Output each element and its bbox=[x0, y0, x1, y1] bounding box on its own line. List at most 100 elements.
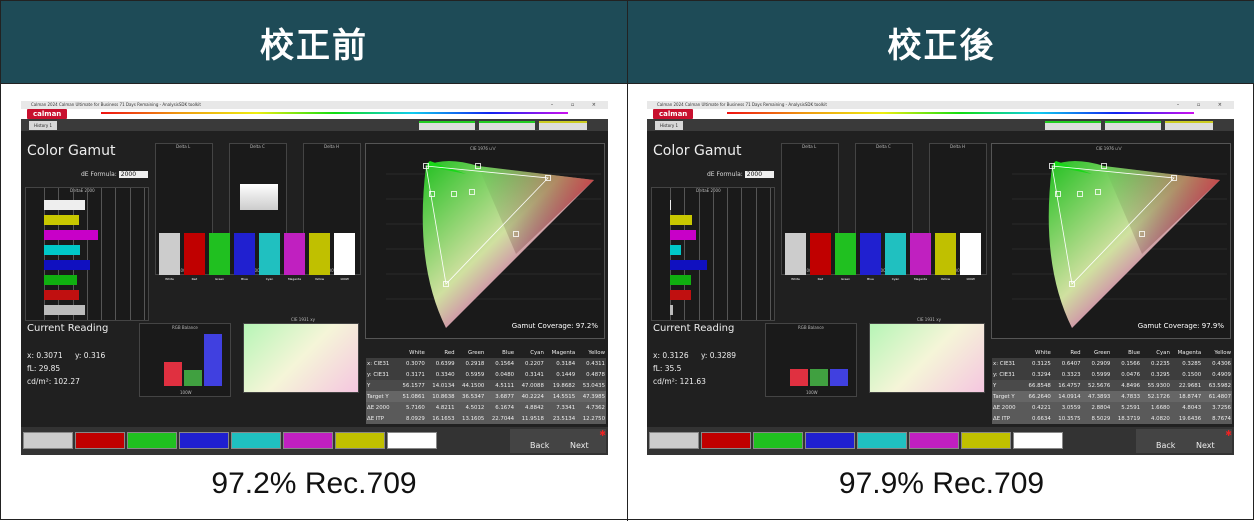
close-icon[interactable]: ✱ bbox=[1225, 429, 1232, 438]
reading-cdm: cd/m²: 102.27 bbox=[27, 377, 80, 386]
device-selector-source[interactable] bbox=[479, 121, 535, 130]
patch-swatch bbox=[209, 233, 230, 275]
current-reading-title: Current Reading bbox=[653, 323, 735, 334]
table-cell: 0.1500 bbox=[1170, 369, 1203, 380]
table-cell: 0.3125 bbox=[1022, 358, 1052, 369]
delta-l-title: Delta L bbox=[176, 144, 191, 149]
deltae-gridline bbox=[101, 188, 103, 320]
patch-button[interactable] bbox=[753, 432, 803, 449]
patch-button[interactable] bbox=[387, 432, 437, 449]
table-cell: 66.8548 bbox=[1022, 380, 1052, 391]
table-cell: 40.2224 bbox=[515, 391, 545, 402]
patch-button[interactable] bbox=[805, 432, 855, 449]
panel-header: 校正後 bbox=[628, 1, 1254, 84]
patch-button[interactable] bbox=[283, 432, 333, 449]
table-cell: Y bbox=[366, 380, 397, 391]
deltae-bar bbox=[44, 215, 79, 225]
table-cell: ΔE 2000 bbox=[366, 402, 397, 413]
table-cell: 44.1500 bbox=[455, 380, 486, 391]
patch-label: 100W bbox=[966, 277, 975, 281]
table-cell: 6.1674 bbox=[485, 402, 516, 413]
de-formula[interactable]: dE Formula: 2000 bbox=[81, 171, 149, 178]
table-header-cell: Magenta bbox=[1170, 347, 1203, 358]
tab-history[interactable]: History 1 bbox=[29, 121, 57, 130]
de-formula-select[interactable]: 2000 bbox=[744, 171, 775, 178]
deltae-chart-title: DeltaE 2000 bbox=[696, 188, 721, 193]
back-button[interactable]: Back bbox=[530, 441, 549, 450]
patch-swatch bbox=[334, 233, 355, 275]
table-cell: 0.4878 bbox=[576, 369, 606, 380]
patch-label: White bbox=[165, 277, 174, 281]
device-selector-meter[interactable] bbox=[1045, 121, 1101, 130]
table-cell: 0.0480 bbox=[485, 369, 516, 380]
table-header-cell: Cyan bbox=[1141, 347, 1171, 358]
table-cell: 3.7256 bbox=[1202, 402, 1232, 413]
table-cell: ΔE 2000 bbox=[992, 402, 1023, 413]
rgb-balance-footer: 100W bbox=[180, 390, 192, 395]
table-cell: 0.3295 bbox=[1141, 369, 1171, 380]
table-header-cell bbox=[992, 347, 1023, 358]
window-controls-icon[interactable]: – ▫ × bbox=[1177, 101, 1230, 109]
patch-label: Blue bbox=[867, 277, 874, 281]
patch-button[interactable] bbox=[649, 432, 699, 449]
de-formula-select[interactable]: 2000 bbox=[118, 171, 149, 178]
table-header-cell: Blue bbox=[1111, 347, 1142, 358]
table-cell: 11.9518 bbox=[515, 413, 545, 424]
rgb-bar-blue bbox=[830, 368, 848, 386]
table-cell: 0.4306 bbox=[1202, 358, 1232, 369]
reading-fl: fL: 35.5 bbox=[653, 364, 682, 373]
rgb-bar-red bbox=[790, 368, 808, 386]
device-selector-meter[interactable] bbox=[419, 121, 475, 130]
reading-fl: fL: 29.85 bbox=[27, 364, 61, 373]
device-selector-display[interactable] bbox=[1165, 121, 1213, 130]
table-cell: 47.3985 bbox=[576, 391, 606, 402]
table-cell: 0.3294 bbox=[1022, 369, 1052, 380]
tab-history[interactable]: History 1 bbox=[655, 121, 683, 130]
patch-label: Blue bbox=[241, 277, 248, 281]
table-cell: 47.0088 bbox=[515, 380, 545, 391]
device-selector-display[interactable] bbox=[539, 121, 587, 130]
table-cell: 14.0134 bbox=[425, 380, 456, 391]
deltae-chart-title: DeltaE 2000 bbox=[70, 188, 95, 193]
close-icon[interactable]: ✱ bbox=[599, 429, 606, 438]
patch-button[interactable] bbox=[75, 432, 125, 449]
patch-button[interactable] bbox=[857, 432, 907, 449]
patch-button[interactable] bbox=[961, 432, 1011, 449]
patch-swatch bbox=[234, 233, 255, 275]
cie-plot bbox=[1012, 161, 1227, 328]
measurement-table: White Red Green Blue Cyan Magenta Yellow x: CIE… bbox=[992, 347, 1232, 424]
patch-button[interactable] bbox=[179, 432, 229, 449]
table-cell: 5.2591 bbox=[1111, 402, 1142, 413]
patch-swatch bbox=[309, 233, 330, 275]
deltae-chart: DeltaE 2000 bbox=[25, 187, 149, 321]
table-cell: 56.1577 bbox=[396, 380, 426, 391]
rgb-bar-red bbox=[164, 361, 182, 386]
device-selector-source[interactable] bbox=[1105, 121, 1161, 130]
next-button[interactable]: Next bbox=[1196, 441, 1215, 450]
deltae-gridline bbox=[698, 188, 700, 320]
window-controls-icon[interactable]: – ▫ × bbox=[551, 101, 604, 109]
table-cell: x: CIE31 bbox=[992, 358, 1023, 369]
patch-button[interactable] bbox=[231, 432, 281, 449]
patch-button[interactable] bbox=[909, 432, 959, 449]
calman-logo[interactable]: calman bbox=[27, 109, 68, 119]
patch-button[interactable] bbox=[1013, 432, 1063, 449]
rgb-balance-title: RGB Balance bbox=[798, 325, 824, 330]
de-formula[interactable]: dE Formula: 2000 bbox=[707, 171, 775, 178]
calman-logo[interactable]: calman bbox=[653, 109, 694, 119]
table-header-cell: Yellow bbox=[576, 347, 606, 358]
current-reading-title: Current Reading bbox=[27, 323, 109, 334]
table-cell: 0.1564 bbox=[485, 358, 516, 369]
cie-1976-chart: CIE 1976 u'v' Gamu bbox=[365, 143, 605, 339]
table-row: ΔE ITP 0.6634 10.3575 8.5029 18.3719 4.0820 19… bbox=[992, 413, 1232, 424]
patch-button[interactable] bbox=[23, 432, 73, 449]
rgb-balance-footer: 100W bbox=[806, 390, 818, 395]
patch-button[interactable] bbox=[335, 432, 385, 449]
table-row: Y 66.8548 16.4757 52.5676 4.8496 55.9300 22.96… bbox=[992, 380, 1232, 391]
back-button[interactable]: Back bbox=[1156, 441, 1175, 450]
patch-button[interactable] bbox=[127, 432, 177, 449]
patch-label: Red bbox=[817, 277, 824, 281]
patch-button[interactable] bbox=[701, 432, 751, 449]
navigation-panel: Back Next bbox=[510, 429, 606, 453]
next-button[interactable]: Next bbox=[570, 441, 589, 450]
